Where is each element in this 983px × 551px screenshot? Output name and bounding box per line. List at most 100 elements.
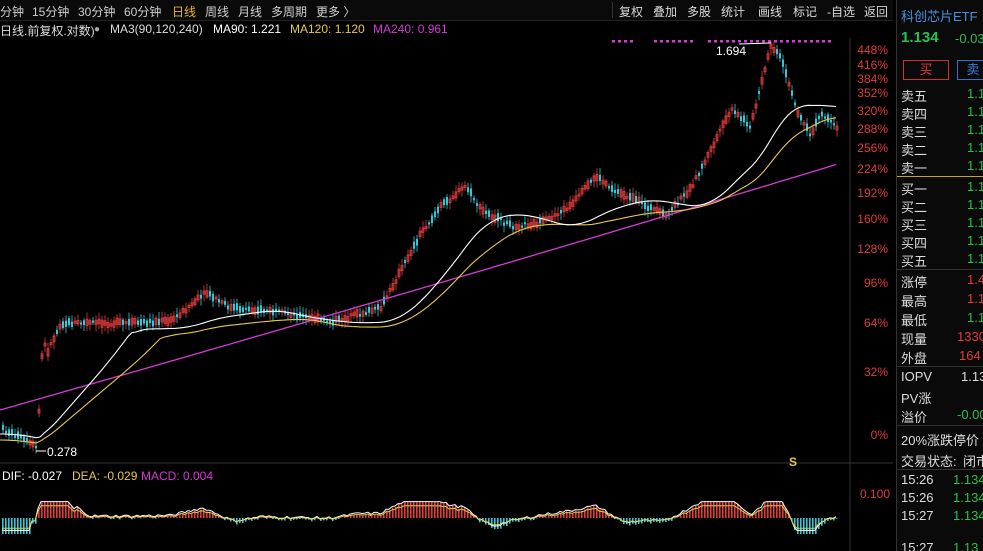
section-divider (897, 269, 983, 270)
macd-bar (71, 505, 73, 518)
macd-bar (362, 515, 364, 518)
axis-label: 448% (857, 43, 888, 57)
last-price: 1.134 (901, 29, 939, 46)
candles-layer (2, 40, 839, 454)
axis-label: 96% (863, 276, 888, 290)
signal-dot (624, 40, 627, 43)
tick-price: 1.134 (953, 490, 983, 505)
macd-bar (161, 517, 163, 518)
bid-1-label: 买一 (901, 182, 928, 197)
expand-icon[interactable]: ▫ (825, 38, 829, 40)
fuquan-button[interactable]: 复权 (619, 3, 643, 20)
buy-button[interactable]: 买 (903, 60, 949, 80)
candle-body (560, 209, 562, 214)
macd-bar (170, 516, 172, 518)
candle-body (503, 222, 505, 226)
candle-body (92, 320, 94, 323)
multi-stock-button[interactable]: 多股 (687, 3, 711, 20)
candle-body (830, 119, 832, 123)
macd-bar (737, 504, 739, 518)
period-monthly[interactable]: 月线 (238, 3, 262, 20)
section-divider (897, 469, 983, 470)
macd-bar (383, 514, 385, 518)
settings-dot-icon[interactable]: ● (94, 24, 100, 35)
macd-bar (77, 507, 79, 518)
period-60min[interactable]: 60分钟 (124, 3, 161, 20)
signal-dot (774, 40, 777, 43)
candle-body (437, 206, 439, 214)
macd-bar (68, 502, 70, 518)
axis-label: 32% (863, 365, 888, 379)
candle-body (176, 314, 178, 318)
trade-status-label: 交易状态: (901, 454, 957, 469)
macd-bar (452, 506, 454, 518)
signal-dot (612, 40, 615, 43)
candle-body (218, 299, 220, 303)
candle-body (5, 430, 7, 434)
macd-bar (770, 502, 772, 518)
macd-bar (62, 502, 64, 518)
candle-body (512, 226, 514, 230)
signal-marker: S (789, 455, 797, 469)
candle-body (539, 218, 541, 224)
macd-bar (764, 502, 766, 518)
candle-body (236, 303, 238, 311)
candle-body (14, 435, 16, 438)
outer-disc-value: 164 (959, 348, 981, 363)
macd-bar (587, 507, 589, 518)
period-multi[interactable]: 多周期 (271, 3, 307, 20)
macd-bar (800, 518, 802, 534)
macd-bar (2, 518, 4, 534)
macd-bar (419, 502, 421, 518)
candle-body (287, 312, 289, 315)
draw-line-button[interactable]: 画线 (758, 3, 782, 20)
macd-bar (608, 515, 610, 518)
stats-button[interactable]: 统计 (721, 3, 745, 20)
signal-dot (738, 40, 741, 43)
ask-3-price: 1.1 (967, 122, 983, 137)
candle-body (485, 210, 487, 215)
candle-body (56, 329, 58, 334)
period-15min[interactable]: 15分钟 (32, 3, 69, 20)
macd-bar (167, 516, 169, 518)
macd-bar (404, 502, 406, 518)
candle-body (467, 187, 469, 193)
macd-bar (371, 516, 373, 518)
candle-body (779, 53, 781, 59)
signal-dot (792, 40, 795, 43)
signal-dot (744, 40, 747, 43)
macd-bar (56, 502, 58, 518)
signal-dot (720, 40, 723, 43)
mark-button[interactable]: 标记 (793, 3, 817, 20)
candle-body (635, 196, 637, 203)
candle-body (608, 186, 610, 189)
macd-bar (596, 505, 598, 518)
period-1min[interactable]: 分钟 (0, 3, 24, 20)
macd-bar (731, 502, 733, 518)
high-label-row: 最高 (901, 294, 928, 309)
period-weekly[interactable]: 周线 (205, 3, 229, 20)
candle-body (227, 305, 229, 310)
macd-bar (461, 506, 463, 518)
ask-1-price: 1.1 (967, 158, 983, 173)
book-divider (897, 176, 983, 177)
macd-layer (2, 502, 838, 534)
bid-5-label: 买五 (901, 254, 928, 269)
candle-body (809, 133, 811, 137)
signal-dot (732, 40, 735, 43)
trade-status-value: 闭市 (963, 454, 983, 469)
period-30min[interactable]: 30分钟 (78, 3, 115, 20)
macd-bar (26, 518, 28, 534)
signal-dot (804, 40, 807, 43)
overlay-button[interactable]: 叠加 (653, 3, 677, 20)
collapse-icon[interactable]: ◇ (810, 38, 818, 40)
sell-button[interactable]: 卖 (957, 60, 983, 80)
period-daily[interactable]: 日线 (172, 3, 196, 20)
signal-dot (630, 40, 633, 43)
candle-body (368, 306, 370, 313)
bid-2-price: 1.1 (967, 197, 983, 212)
period-more[interactable]: 更多 〉 (316, 3, 355, 20)
security-title[interactable]: 科创芯片ETF (901, 6, 978, 25)
candle-body (824, 116, 826, 119)
tick-time: 15:27 (901, 540, 934, 551)
